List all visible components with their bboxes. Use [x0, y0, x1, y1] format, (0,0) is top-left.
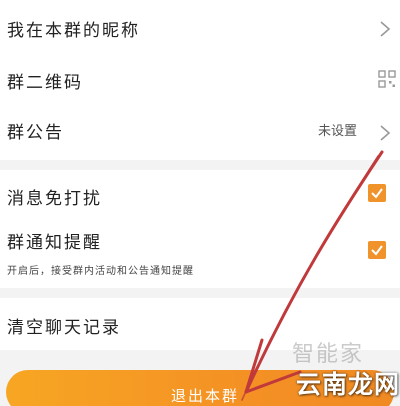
qrcode-label: 群二维码 [7, 73, 83, 93]
qrcode-icon [378, 70, 396, 88]
mute-row[interactable]: 消息免打扰 [0, 170, 400, 220]
announcement-value: 未设置 [318, 124, 358, 139]
announcement-label: 群公告 [7, 123, 64, 143]
watermark-logo: 智能家 [292, 342, 365, 367]
watermark-site: 云南龙网 [296, 370, 400, 399]
notify-checkbox[interactable] [368, 241, 386, 259]
mute-label: 消息免打扰 [7, 189, 102, 209]
notify-row[interactable]: 群通知提醒 开启后，接受群内活动和公告通知提醒 [0, 220, 400, 288]
clear-history-label: 清空聊天记录 [7, 318, 121, 338]
notification-section: 消息免打扰 群通知提醒 开启后，接受群内活动和公告通知提醒 [0, 170, 400, 288]
nickname-label: 我在本群的昵称 [7, 21, 140, 41]
group-settings-page: 我在本群的昵称 群二维码 群公告 未设置 消息免打扰 群通知提醒 开启后，接受群… [0, 0, 400, 406]
announcement-row[interactable]: 群公告 未设置 [0, 106, 400, 160]
group-info-section: 我在本群的昵称 群二维码 群公告 未设置 [0, 0, 400, 160]
notify-description: 开启后，接受群内活动和公告通知提醒 [7, 266, 194, 277]
exit-group-label: 退出本群 [171, 387, 240, 405]
mute-checkbox[interactable] [368, 184, 386, 202]
notify-label: 群通知提醒 [7, 233, 102, 253]
qrcode-row[interactable]: 群二维码 [0, 54, 400, 106]
nickname-row[interactable]: 我在本群的昵称 [0, 0, 400, 54]
chevron-right-icon [380, 125, 391, 141]
chevron-right-icon [380, 21, 391, 37]
